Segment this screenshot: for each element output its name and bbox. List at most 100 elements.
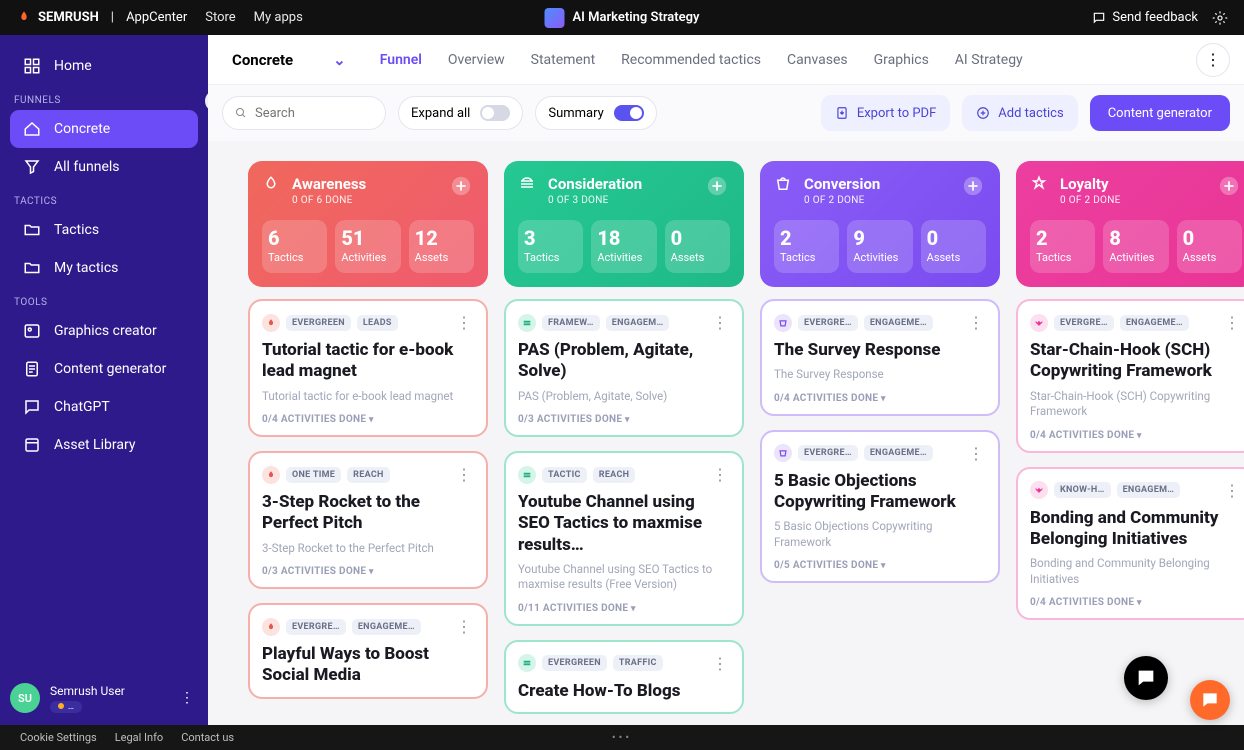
stat-box: 12Assets: [409, 220, 474, 273]
card-more-icon[interactable]: ⋮: [710, 465, 730, 484]
card-activities-done[interactable]: 0/4 ACTIVITIES DONE: [262, 414, 474, 425]
intercom-chat-button[interactable]: [1124, 656, 1168, 700]
loyalty-stage-icon: [1030, 175, 1052, 197]
card-tag: ENGAGEM…: [1117, 482, 1181, 498]
stat-box: 0Assets: [665, 220, 730, 273]
sidebar-asset-library[interactable]: Asset Library: [10, 426, 198, 464]
tab-funnel[interactable]: Funnel: [380, 52, 422, 68]
card-tag: ONE TIME: [286, 467, 341, 483]
sidebar-concrete[interactable]: Concrete: [10, 110, 198, 148]
content-generator-button[interactable]: Content generator: [1090, 95, 1230, 131]
add-card-button[interactable]: [1218, 175, 1242, 199]
card-title: 3-Step Rocket to the Perfect Pitch: [262, 492, 474, 535]
tactic-card[interactable]: KNOW-H…ENGAGEM…⋮Bonding and Community Be…: [1016, 467, 1244, 621]
tactic-card[interactable]: TACTICREACH⋮Youtube Channel using SEO Ta…: [504, 451, 744, 626]
card-title: Star-Chain-Hook (SCH) Copywriting Framew…: [1030, 340, 1242, 383]
tactic-card[interactable]: FRAMEW…ENGAGEM…⋮PAS (Problem, Agitate, S…: [504, 299, 744, 437]
sidebar-chatgpt[interactable]: ChatGPT: [10, 388, 198, 426]
sidebar-my-tactics-label: My tactics: [54, 260, 118, 276]
sidebar-my-tactics[interactable]: My tactics: [10, 249, 198, 287]
brand-logo[interactable]: SEMRUSH | AppCenter: [16, 10, 187, 26]
search-box[interactable]: [222, 96, 386, 130]
footer-contact[interactable]: Contact us: [181, 731, 234, 744]
tactic-card[interactable]: EVERGRE…ENGAGEME…⋮Playful Ways to Boost …: [248, 603, 488, 699]
card-more-icon[interactable]: ⋮: [1222, 481, 1242, 500]
card-more-icon[interactable]: ⋮: [966, 444, 986, 463]
card-activities-done[interactable]: 0/4 ACTIVITIES DONE: [1030, 430, 1242, 441]
card-stage-icon: [774, 314, 792, 332]
sidebar-content-generator[interactable]: Content generator: [10, 350, 198, 388]
tab-graphics[interactable]: Graphics: [874, 52, 929, 68]
tab-recommended[interactable]: Recommended tactics: [621, 52, 761, 68]
sidebar-graphics-creator[interactable]: Graphics creator: [10, 312, 198, 350]
stat-label: Assets: [415, 252, 468, 265]
tactic-card[interactable]: ONE TIMEREACH⋮3-Step Rocket to the Perfe…: [248, 451, 488, 589]
sidebar-home-label: Home: [54, 58, 92, 74]
card-more-icon[interactable]: ⋮: [454, 617, 474, 636]
summary-label: Summary: [548, 106, 603, 121]
tactic-card[interactable]: EVERGRE…ENGAGEME…⋮Star-Chain-Hook (SCH) …: [1016, 299, 1244, 453]
sidebar-tactics-label: Tactics: [54, 222, 99, 238]
workspace-select[interactable]: Concrete ⌄: [222, 45, 356, 75]
card-activities-done[interactable]: 0/3 ACTIVITIES DONE: [518, 414, 730, 425]
stat-box: 51Activities: [335, 220, 400, 273]
tactic-card[interactable]: EVERGREENLEADS⋮Tutorial tactic for e-boo…: [248, 299, 488, 437]
tactic-card[interactable]: EVERGRE…ENGAGEME…⋮5 Basic Objections Cop…: [760, 430, 1000, 584]
user-menu-kebab-icon[interactable]: ⋮: [176, 686, 198, 710]
card-more-icon[interactable]: ⋮: [966, 313, 986, 332]
export-pdf-button[interactable]: Export to PDF: [821, 95, 950, 131]
card-activities-done[interactable]: 0/3 ACTIVITIES DONE: [262, 566, 474, 577]
add-tactics-button[interactable]: Add tactics: [962, 95, 1077, 131]
card-stage-icon: [518, 654, 536, 672]
section-funnels: FUNNELS: [14, 95, 194, 106]
tab-ai-strategy[interactable]: AI Strategy: [955, 52, 1023, 68]
card-description: 5 Basic Objections Copywriting Framework: [774, 519, 986, 550]
summary-toggle-switch[interactable]: [614, 105, 644, 121]
expand-toggle-switch[interactable]: [480, 105, 510, 121]
search-input[interactable]: [255, 106, 373, 121]
sidebar-home[interactable]: Home: [10, 47, 198, 85]
send-feedback-link[interactable]: Send feedback: [1092, 10, 1198, 25]
card-activities-done[interactable]: 0/11 ACTIVITIES DONE: [518, 603, 730, 614]
stat-box: 0Assets: [1177, 220, 1242, 273]
sidebar-tactics[interactable]: Tactics: [10, 211, 198, 249]
header-more-menu[interactable]: ⋮: [1196, 43, 1230, 77]
card-activities-done[interactable]: 0/4 ACTIVITIES DONE: [1030, 597, 1242, 608]
card-activities-done[interactable]: 0/5 ACTIVITIES DONE: [774, 560, 986, 571]
settings-gear-icon[interactable]: [1212, 10, 1228, 26]
tactic-card[interactable]: EVERGREENTRAFFIC⋮Create How-To Blogs: [504, 640, 744, 714]
card-more-icon[interactable]: ⋮: [454, 465, 474, 484]
footer-cookie-settings[interactable]: Cookie Settings: [20, 731, 97, 744]
sidebar-user[interactable]: SU Semrush User … ⋮: [10, 683, 198, 713]
stat-label: Tactics: [780, 252, 833, 265]
add-card-button[interactable]: [706, 175, 730, 199]
sidebar-graphics-label: Graphics creator: [54, 323, 157, 339]
card-activities-done[interactable]: 0/4 ACTIVITIES DONE: [774, 393, 986, 404]
stat-number: 51: [341, 226, 394, 250]
tab-statement[interactable]: Statement: [531, 52, 596, 68]
expand-all-toggle[interactable]: Expand all: [398, 96, 523, 130]
stat-number: 0: [927, 226, 980, 250]
card-more-icon[interactable]: ⋮: [710, 654, 730, 673]
card-more-icon[interactable]: ⋮: [710, 313, 730, 332]
add-card-button[interactable]: [450, 175, 474, 199]
sidebar-all-funnels[interactable]: All funnels: [10, 148, 198, 186]
nav-store[interactable]: Store: [205, 10, 235, 25]
footer-legal[interactable]: Legal Info: [115, 731, 164, 744]
card-stage-icon: [1030, 481, 1048, 499]
stat-label: Tactics: [1036, 252, 1089, 265]
card-description: The Survey Response: [774, 367, 986, 383]
secondary-chat-button[interactable]: [1190, 680, 1230, 720]
add-card-button[interactable]: [962, 175, 986, 199]
tab-canvases[interactable]: Canvases: [787, 52, 848, 68]
chevron-down-icon: ⌄: [333, 51, 346, 69]
column-consideration: Consideration0 OF 3 DONE3Tactics18Activi…: [504, 161, 744, 725]
summary-toggle[interactable]: Summary: [535, 96, 656, 130]
card-more-icon[interactable]: ⋮: [1222, 313, 1242, 332]
tactic-card[interactable]: EVERGRE…ENGAGEME…⋮The Survey ResponseThe…: [760, 299, 1000, 416]
nav-myapps[interactable]: My apps: [254, 10, 303, 25]
tab-overview[interactable]: Overview: [448, 52, 505, 68]
card-more-icon[interactable]: ⋮: [454, 313, 474, 332]
brand-divider: |: [111, 10, 114, 25]
stat-box: 3Tactics: [518, 220, 583, 273]
